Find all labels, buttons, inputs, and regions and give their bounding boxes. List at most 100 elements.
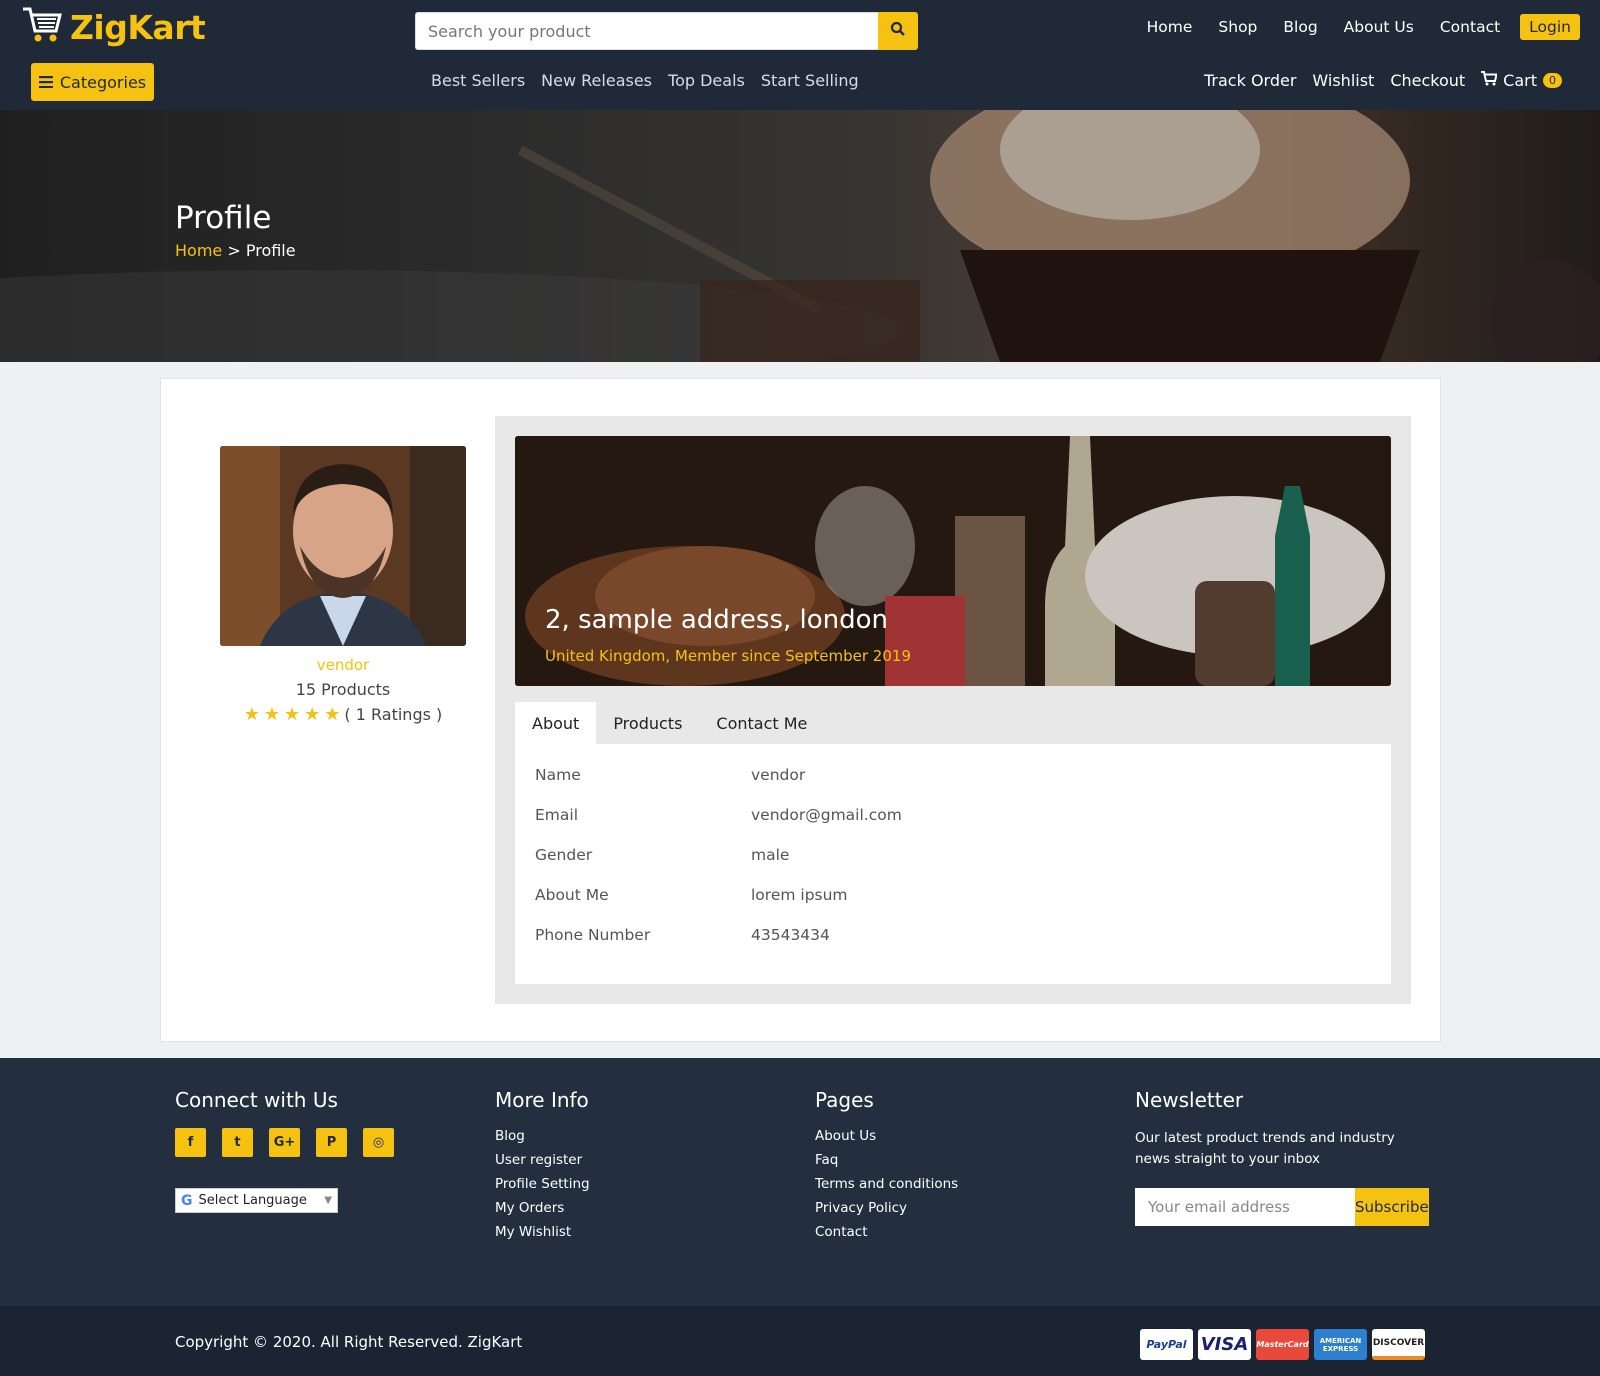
google-plus-icon[interactable]: G+	[269, 1128, 300, 1157]
footer-more-info-title: More Info	[495, 1088, 589, 1112]
star-icon: ★	[263, 704, 280, 725]
nav-start-selling[interactable]: Start Selling	[761, 71, 859, 90]
payment-methods: PayPal VISA MasterCard AMERICAN EXPRESS …	[1140, 1329, 1425, 1360]
nav-about-us[interactable]: About Us	[1344, 18, 1414, 36]
footer-newsletter: Newsletter Our latest product trends and…	[1135, 1088, 1425, 1170]
about-label-name: Name	[535, 766, 581, 784]
cupcake-background-image	[0, 110, 1600, 362]
cart-count-badge: 0	[1543, 73, 1562, 88]
footer-link-terms[interactable]: Terms and conditions	[815, 1176, 958, 1192]
footer-link-faq[interactable]: Faq	[815, 1152, 958, 1168]
nav-wishlist[interactable]: Wishlist	[1312, 71, 1374, 90]
footer-link-privacy[interactable]: Privacy Policy	[815, 1200, 958, 1216]
profile-tabs: About Products Contact Me	[515, 702, 824, 744]
tab-products[interactable]: Products	[596, 702, 699, 744]
star-icon: ★	[324, 704, 341, 725]
menu-icon	[38, 73, 53, 92]
google-icon: G	[181, 1192, 193, 1209]
tab-contact-me[interactable]: Contact Me	[699, 702, 824, 744]
account-nav: Track Order Wishlist Checkout Cart 0	[1204, 71, 1562, 90]
breadcrumb: Home > Profile	[175, 241, 296, 260]
about-value-about-me: lorem ipsum	[751, 886, 848, 904]
logo-text: ZigKart	[70, 7, 206, 47]
breadcrumb-separator: >	[227, 241, 241, 260]
instagram-icon[interactable]: ◎	[363, 1128, 394, 1157]
footer-link-my-orders[interactable]: My Orders	[495, 1200, 590, 1216]
about-label-phone: Phone Number	[535, 926, 651, 944]
newsletter-email-input[interactable]	[1135, 1188, 1355, 1226]
star-icon: ★	[304, 704, 321, 725]
rating-count: ( 1 Ratings )	[344, 705, 443, 724]
language-select[interactable]: G Select Language ▼	[175, 1188, 338, 1213]
language-label: Select Language	[198, 1193, 307, 1208]
footer-more-info: More Info Blog User register Profile Set…	[495, 1088, 590, 1248]
hero-banner	[0, 110, 1600, 362]
facebook-icon[interactable]: f	[175, 1128, 206, 1157]
nav-best-sellers[interactable]: Best Sellers	[431, 71, 525, 90]
chevron-down-icon: ▼	[324, 1195, 332, 1206]
search-icon	[890, 21, 906, 41]
cart-label: Cart	[1503, 71, 1537, 90]
nav-new-releases[interactable]: New Releases	[541, 71, 652, 90]
nav-home[interactable]: Home	[1147, 18, 1193, 36]
footer-link-my-wishlist[interactable]: My Wishlist	[495, 1224, 590, 1240]
vendor-rating: ★ ★ ★ ★ ★ ( 1 Ratings )	[220, 704, 466, 725]
about-label-gender: Gender	[535, 846, 593, 864]
cart-icon	[1481, 71, 1498, 90]
footer-link-user-register[interactable]: User register	[495, 1152, 590, 1168]
footer-link-profile-setting[interactable]: Profile Setting	[495, 1176, 590, 1192]
categories-label: Categories	[59, 72, 147, 92]
discover-icon: DISCOVER	[1372, 1329, 1425, 1360]
footer-newsletter-title: Newsletter	[1135, 1088, 1244, 1112]
star-icon: ★	[284, 704, 301, 725]
about-value-email: vendor@gmail.com	[751, 806, 902, 824]
star-icon: ★	[243, 704, 260, 725]
about-value-phone: 43543434	[751, 926, 830, 944]
vendor-product-count: 15 Products	[295, 680, 391, 699]
login-button[interactable]: Login	[1520, 14, 1580, 40]
footer-link-about-us[interactable]: About Us	[815, 1128, 958, 1144]
subscribe-button[interactable]: Subscribe	[1355, 1188, 1429, 1226]
social-links: f t G+ P ◎	[175, 1128, 394, 1157]
secondary-nav: Best Sellers New Releases Top Deals Star…	[431, 71, 859, 90]
footer-link-contact[interactable]: Contact	[815, 1224, 958, 1240]
copyright: Copyright © 2020. All Right Reserved. Zi…	[175, 1333, 523, 1351]
breadcrumb-home[interactable]: Home	[175, 241, 222, 260]
nav-contact[interactable]: Contact	[1440, 18, 1500, 36]
mastercard-icon: MasterCard	[1256, 1329, 1309, 1360]
top-nav: Home Shop Blog About Us Contact Login	[1147, 14, 1580, 40]
pinterest-icon[interactable]: P	[316, 1128, 347, 1157]
newsletter-form: Subscribe	[1135, 1188, 1429, 1226]
breadcrumb-current: Profile	[245, 241, 296, 260]
about-value-gender: male	[751, 846, 790, 864]
nav-shop[interactable]: Shop	[1218, 18, 1257, 36]
logo[interactable]: ZigKart	[20, 4, 206, 50]
nav-top-deals[interactable]: Top Deals	[668, 71, 745, 90]
nav-blog[interactable]: Blog	[1283, 18, 1317, 36]
nav-track-order[interactable]: Track Order	[1204, 71, 1296, 90]
vendor-avatar	[220, 446, 466, 646]
footer-pages-title: Pages	[815, 1088, 874, 1112]
search-button[interactable]	[878, 12, 918, 50]
footer-connect: Connect with Us f t G+ P ◎	[175, 1088, 394, 1157]
cart-link[interactable]: Cart 0	[1481, 71, 1562, 90]
twitter-icon[interactable]: t	[222, 1128, 253, 1157]
search-bar	[415, 12, 918, 50]
nav-checkout[interactable]: Checkout	[1390, 71, 1465, 90]
categories-button[interactable]: Categories	[31, 63, 154, 101]
vendor-name[interactable]: vendor	[220, 656, 466, 674]
paypal-icon: PayPal	[1140, 1329, 1193, 1360]
search-input[interactable]	[415, 12, 878, 50]
visa-icon: VISA	[1198, 1329, 1251, 1360]
amex-icon: AMERICAN EXPRESS	[1314, 1329, 1367, 1360]
tab-about[interactable]: About	[515, 702, 597, 744]
footer-link-blog[interactable]: Blog	[495, 1128, 590, 1144]
store-member-since: United Kingdom, Member since September 2…	[545, 647, 911, 665]
page-title: Profile	[175, 200, 272, 236]
about-details: Name vendor Email vendor@gmail.com Gende…	[515, 744, 1391, 984]
newsletter-text: Our latest product trends and industry n…	[1135, 1130, 1395, 1167]
about-value-name: vendor	[751, 766, 806, 784]
about-label-about-me: About Me	[535, 886, 609, 904]
footer-pages: Pages About Us Faq Terms and conditions …	[815, 1088, 958, 1248]
footer-connect-title: Connect with Us	[175, 1088, 338, 1112]
